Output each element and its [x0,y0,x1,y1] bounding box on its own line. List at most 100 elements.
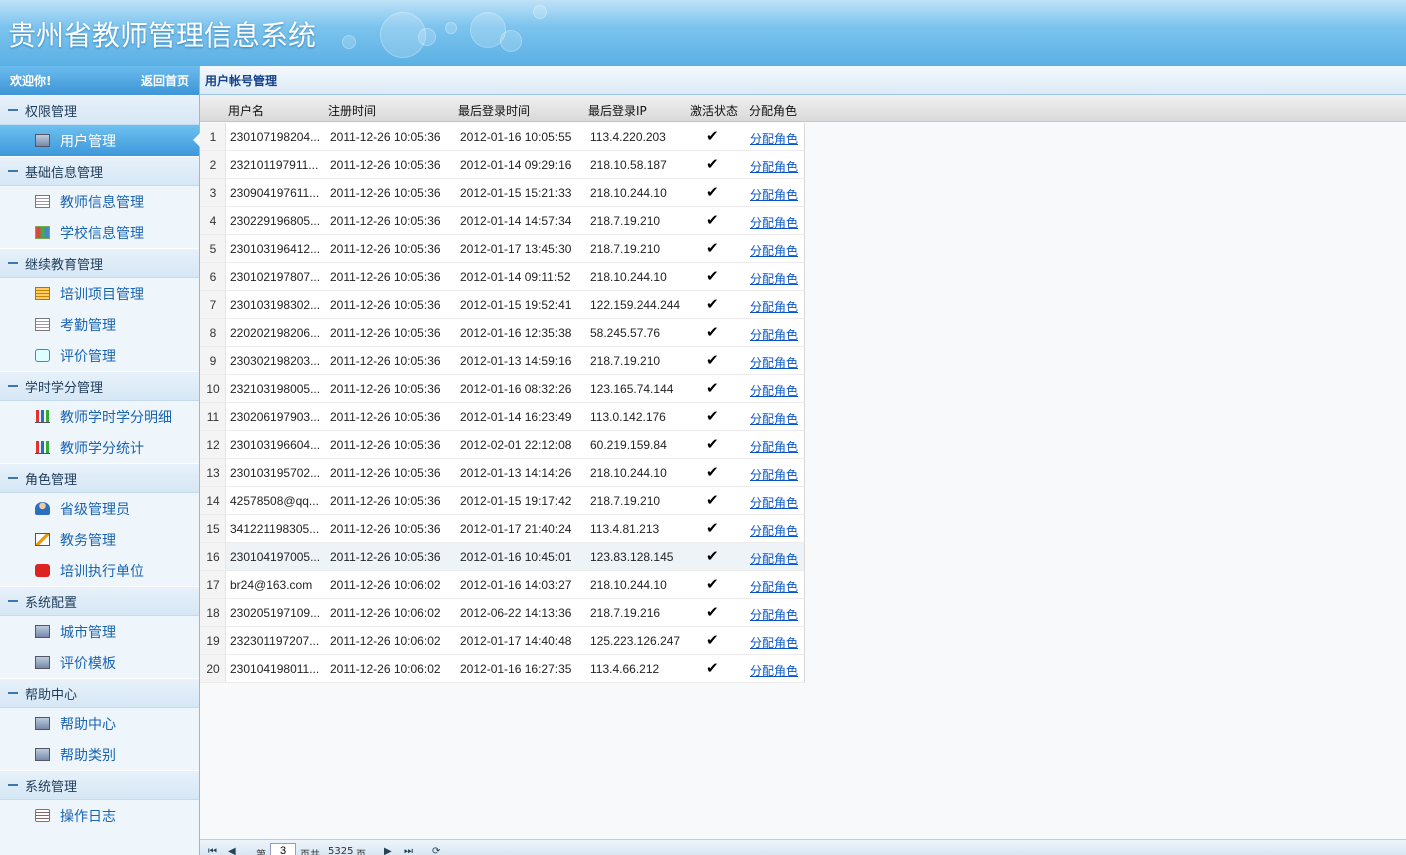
column-header-activation[interactable]: 激活状态 [690,102,738,119]
assign-role-link[interactable]: 分配角色 [750,158,798,175]
assign-role-link[interactable]: 分配角色 [750,634,798,651]
group-basic-info[interactable]: 基础信息管理 [0,156,199,186]
assign-role-link[interactable]: 分配角色 [750,326,798,343]
welcome-text: 欢迎你! [10,74,52,88]
table-row[interactable]: 14 42578508@qq... 2011-12-26 10:05:36 2012-… [200,487,805,515]
group-system-config[interactable]: 系统配置 [0,586,199,616]
assign-role-link[interactable]: 分配角色 [750,662,798,679]
assign-role-link[interactable]: 分配角色 [750,382,798,399]
page-number-input[interactable] [270,843,296,855]
table-row[interactable]: 18 230205197109... 2011-12-26 10:06:02 2012… [200,599,805,627]
sidebar-item-school-info[interactable]: 学校信息管理 [0,217,199,248]
table-row[interactable]: 1 230107198204... 2011-12-26 10:05:36 2012-… [200,123,805,151]
group-system-management[interactable]: 系统管理 [0,770,199,800]
table-row[interactable]: 16 230104197005... 2011-12-26 10:05:36 2012… [200,543,805,571]
table-row[interactable]: 12 230103196604... 2011-12-26 10:05:36 2012… [200,431,805,459]
row-number: 11 [206,410,220,424]
assign-role-link[interactable]: 分配角色 [750,242,798,259]
next-page-icon[interactable]: ▶ [384,846,394,855]
monitor-icon [35,656,50,669]
assign-role-link[interactable]: 分配角色 [750,186,798,203]
assign-role-link[interactable]: 分配角色 [750,494,798,511]
last-login-time-cell: 2012-01-14 09:29:16 [460,158,572,172]
sidebar-item-help-center[interactable]: 帮助中心 [0,708,199,739]
home-link[interactable]: 返回首页 [141,72,189,89]
username-cell: 230302198203... [230,354,321,368]
assign-role-link[interactable]: 分配角色 [750,522,798,539]
prev-page-icon[interactable]: ◀ [228,846,238,855]
assign-role-link[interactable]: 分配角色 [750,606,798,623]
register-time-cell: 2011-12-26 10:05:36 [330,326,441,340]
table-row[interactable]: 13 230103195702... 2011-12-26 10:05:36 2012… [200,459,805,487]
assign-role-link[interactable]: 分配角色 [750,578,798,595]
sidebar-item-city-management[interactable]: 城市管理 [0,616,199,647]
row-number: 20 [206,662,220,676]
group-label: 继续教育管理 [25,257,104,273]
column-header-last-login-time[interactable]: 最后登录时间 [458,102,530,119]
sidebar-item-evaluation-template[interactable]: 评价模板 [0,647,199,678]
sidebar-item-training-unit[interactable]: 培训执行单位 [0,555,199,586]
table-row[interactable]: 5 230103196412... 2011-12-26 10:05:36 2012-… [200,235,805,263]
assign-role-link[interactable]: 分配角色 [750,466,798,483]
last-login-time-cell: 2012-02-01 22:12:08 [460,438,572,452]
table-row[interactable]: 9 230302198203... 2011-12-26 10:05:36 2012-… [200,347,805,375]
table-row[interactable]: 8 220202198206... 2011-12-26 10:05:36 2012-… [200,319,805,347]
username-cell: 232101197911... [230,158,319,172]
table-body: 1 230107198204... 2011-12-26 10:05:36 2012-… [200,123,805,683]
checkmark-icon: ✔ [706,212,719,229]
group-credits[interactable]: 学时学分管理 [0,371,199,401]
table-row[interactable]: 7 230103198302... 2011-12-26 10:05:36 2012-… [200,291,805,319]
table-row[interactable]: 19 232301197207... 2011-12-26 10:06:02 2012… [200,627,805,655]
table-row[interactable]: 17 br24@163.com 2011-12-26 10:06:02 2012-01… [200,571,805,599]
column-header-assign-role[interactable]: 分配角色 [749,102,797,119]
sidebar-item-label: 评价管理 [60,348,116,365]
sidebar-item-credit-details[interactable]: 教师学时学分明细 [0,401,199,432]
table-row[interactable]: 11 230206197903... 2011-12-26 10:05:36 2012… [200,403,805,431]
group-permissions[interactable]: 权限管理 [0,95,199,125]
sidebar-item-operation-log[interactable]: 操作日志 [0,800,199,831]
red-badge-icon [35,564,50,577]
table-row[interactable]: 3 230904197611... 2011-12-26 10:05:36 2012-… [200,179,805,207]
collapse-icon [8,262,18,264]
column-header-last-login-ip[interactable]: 最后登录IP [588,102,647,119]
assign-role-link[interactable]: 分配角色 [750,410,798,427]
sidebar-item-help-categories[interactable]: 帮助类别 [0,739,199,770]
sidebar-item-credit-statistics[interactable]: 教师学分统计 [0,432,199,463]
sidebar-item-academic-affairs[interactable]: 教务管理 [0,524,199,555]
sidebar-item-training-projects[interactable]: 培训项目管理 [0,278,199,309]
last-page-icon[interactable]: ⏭ [404,846,414,855]
table-row[interactable]: 2 232101197911... 2011-12-26 10:05:36 2012-… [200,151,805,179]
sidebar-item-label: 考勤管理 [60,317,116,334]
table-row[interactable]: 10 232103198005... 2011-12-26 10:05:36 2012… [200,375,805,403]
sidebar-item-attendance[interactable]: 考勤管理 [0,309,199,340]
table-row[interactable]: 15 341221198305... 2011-12-26 10:05:36 2012… [200,515,805,543]
table-row[interactable]: 4 230229196805... 2011-12-26 10:05:36 2012-… [200,207,805,235]
group-continuing-education[interactable]: 继续教育管理 [0,248,199,278]
group-roles[interactable]: 角色管理 [0,463,199,493]
assign-role-link[interactable]: 分配角色 [750,550,798,567]
assign-role-link[interactable]: 分配角色 [750,130,798,147]
username-cell: 230103195702... [230,466,321,480]
assign-role-link[interactable]: 分配角色 [750,214,798,231]
column-header-register-time[interactable]: 注册时间 [328,102,376,119]
sidebar-item-evaluation[interactable]: 评价管理 [0,340,199,371]
sidebar-item-user-management[interactable]: 用户管理 [0,125,200,156]
group-help-center[interactable]: 帮助中心 [0,678,199,708]
refresh-icon[interactable]: ⟳ [432,846,442,855]
table-row[interactable]: 20 230104198011... 2011-12-26 10:06:02 2012… [200,655,805,683]
bar-chart-icon [35,441,50,454]
table-row[interactable]: 6 230102197807... 2011-12-26 10:05:36 2012-… [200,263,805,291]
first-page-icon[interactable]: ⏮ [208,846,218,855]
sidebar-item-teacher-info[interactable]: 教师信息管理 [0,186,199,217]
row-number: 12 [206,438,220,452]
checkmark-icon: ✔ [706,520,719,537]
assign-role-link[interactable]: 分配角色 [750,438,798,455]
sidebar-item-provincial-admin[interactable]: 省级管理员 [0,493,199,524]
assign-role-link[interactable]: 分配角色 [750,298,798,315]
sidebar-item-label: 评价模板 [60,655,116,672]
column-header-username[interactable]: 用户名 [228,102,264,119]
assign-role-link[interactable]: 分配角色 [750,354,798,371]
register-time-cell: 2011-12-26 10:05:36 [330,298,441,312]
assign-role-link[interactable]: 分配角色 [750,270,798,287]
last-login-time-cell: 2012-01-14 16:23:49 [460,410,572,424]
